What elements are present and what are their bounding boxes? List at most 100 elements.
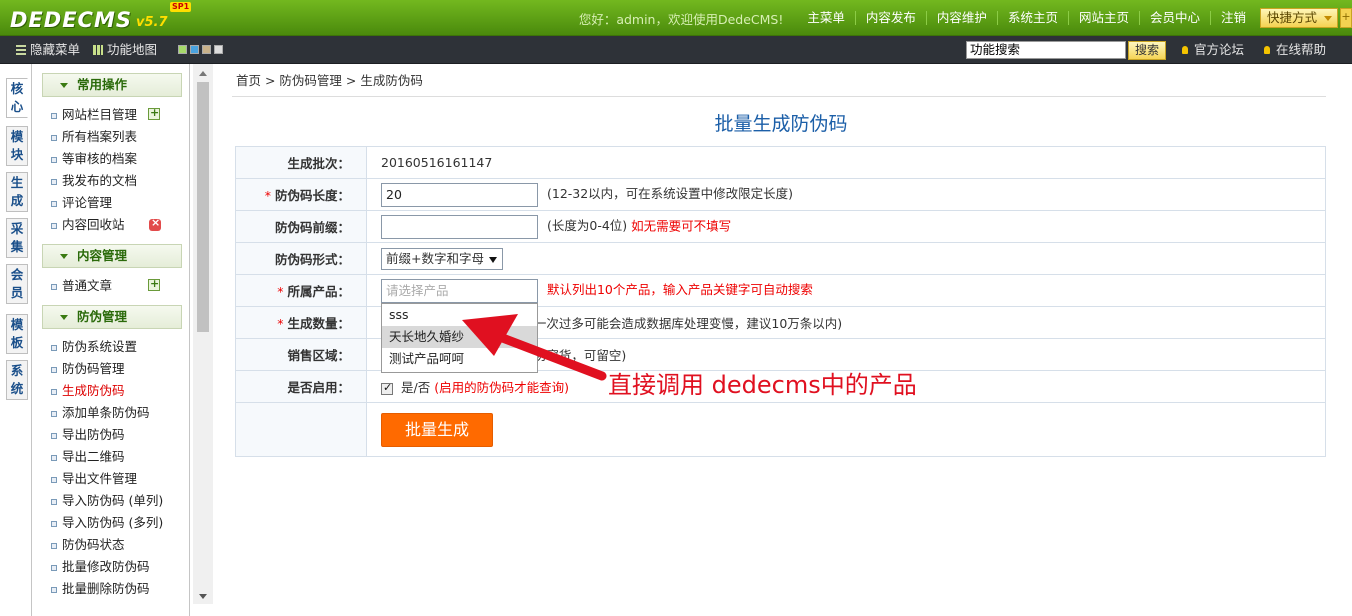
- nav-main-menu[interactable]: 主菜单: [797, 11, 855, 25]
- quick-menu-button[interactable]: 快捷方式: [1260, 8, 1338, 28]
- sidebar-item-qr-export[interactable]: 导出二维码: [50, 446, 186, 468]
- nav-member-center[interactable]: 会员中心: [1138, 11, 1210, 25]
- product-input[interactable]: 请选择产品: [381, 278, 538, 303]
- bulb-icon: [1182, 46, 1188, 54]
- sidebar-item-all-archives[interactable]: 所有档案列表: [50, 126, 186, 148]
- tab-core[interactable]: 核心: [6, 78, 28, 118]
- scroll-up-icon[interactable]: [199, 71, 207, 76]
- format-label: 防伪码形式：: [235, 242, 367, 275]
- breadcrumb-divider: [232, 96, 1326, 97]
- sidebar: 常用操作 网站栏目管理 所有档案列表 等审核的档案 我发布的文档 评论管理 内容…: [32, 64, 190, 616]
- grid-icon: [93, 45, 103, 55]
- sidebar-item-comments[interactable]: 评论管理: [50, 192, 186, 214]
- form-row-submit: 批量生成: [235, 402, 1326, 457]
- product-label: * 所属产品：: [235, 274, 367, 307]
- sidebar-item-ac-settings[interactable]: 防伪系统设置: [50, 336, 186, 358]
- tab-template[interactable]: 模板: [6, 314, 28, 354]
- sidebar-item-recycle-bin[interactable]: 内容回收站: [50, 214, 186, 236]
- sidebar-item-article[interactable]: 普通文章: [50, 275, 186, 297]
- sidebar-item-ac-status[interactable]: 防伪码状态: [50, 534, 186, 556]
- sidebar-item-batch-delete[interactable]: 批量删除防伪码: [50, 578, 186, 600]
- submit-label-cell: [235, 402, 367, 457]
- hide-menu-button[interactable]: 隐藏菜单: [16, 36, 80, 64]
- sidebar-item-ac-manage[interactable]: 防伪码管理: [50, 358, 186, 380]
- tab-system[interactable]: 系统: [6, 360, 28, 400]
- trash-icon[interactable]: [149, 216, 161, 231]
- forum-link-label: 官方论坛: [1194, 42, 1245, 57]
- form-row-batch: 生成批次： 20160516161147: [235, 146, 1326, 179]
- prefix-hint-red: 如无需要可不填写: [631, 218, 732, 233]
- tab-module[interactable]: 模块: [6, 126, 28, 166]
- module-tabs: 核心 模块 生成 采集 会员 模板 系统: [0, 64, 32, 616]
- batch-value: 20160516161147: [381, 155, 493, 170]
- form-row-product: * 所属产品： 请选择产品 默认列出10个产品，输入产品关键字可自动搜索: [235, 274, 1326, 307]
- suggestion-item[interactable]: 天长地久婚纱: [382, 326, 537, 348]
- sidebar-section-anticounterfeit[interactable]: 防伪管理: [42, 305, 182, 329]
- skin-swatch-brown[interactable]: [202, 45, 211, 54]
- help-link-label: 在线帮助: [1276, 42, 1327, 57]
- tab-member[interactable]: 会员: [6, 264, 28, 304]
- chevron-down-icon: [1324, 16, 1332, 21]
- quantity-hint: (一次过多可能会造成数据库处理变慢，建议10万条以内): [529, 316, 843, 331]
- sidebar-item-pending-archives[interactable]: 等审核的档案: [50, 148, 186, 170]
- sidebar-item-batch-edit[interactable]: 批量修改防伪码: [50, 556, 186, 578]
- product-hint: 默认列出10个产品，输入产品关键字可自动搜索: [546, 282, 813, 297]
- sidebar-item-ac-add-single[interactable]: 添加单条防伪码: [50, 402, 186, 424]
- sidebar-item-export-files[interactable]: 导出文件管理: [50, 468, 186, 490]
- batch-label: 生成批次：: [235, 146, 367, 179]
- sidebar-section-common[interactable]: 常用操作: [42, 73, 182, 97]
- skin-swatch-green[interactable]: [178, 45, 187, 54]
- function-search-input[interactable]: 功能搜索: [966, 41, 1126, 59]
- scrollbar-thumb[interactable]: [197, 82, 209, 332]
- hide-menu-label: 隐藏菜单: [30, 42, 81, 57]
- sidebar-section-content[interactable]: 内容管理: [42, 244, 182, 268]
- sidebar-item-ac-export[interactable]: 导出防伪码: [50, 424, 186, 446]
- enabled-checkbox[interactable]: [381, 381, 393, 395]
- suggestion-item[interactable]: sss: [382, 304, 537, 326]
- prefix-label: 防伪码前缀：: [235, 210, 367, 243]
- required-mark: *: [277, 284, 284, 299]
- search-button[interactable]: 搜索: [1128, 41, 1166, 60]
- skin-swatch-gray[interactable]: [214, 45, 223, 54]
- nav-content-maintain[interactable]: 内容维护: [925, 11, 997, 25]
- format-select[interactable]: 前缀+数字和字母: [381, 247, 503, 270]
- add-icon[interactable]: [148, 277, 160, 291]
- required-mark: *: [264, 188, 271, 203]
- quick-menu-label: 快捷方式: [1267, 10, 1318, 25]
- logo[interactable]: DEDECMS v5.7 SP1: [10, 2, 192, 32]
- nav-content-publish[interactable]: 内容发布: [854, 11, 926, 25]
- enabled-text: 是/否: [400, 380, 431, 395]
- forum-link[interactable]: 官方论坛: [1182, 36, 1244, 64]
- form-row-length: * 防伪码长度： 20 (12-32以内，可在系统设置中修改限定长度): [235, 178, 1326, 211]
- enabled-hint: (启用的防伪码才能查询): [434, 380, 569, 395]
- batch-generate-button[interactable]: 批量生成: [381, 412, 493, 447]
- bulb-icon: [1264, 46, 1270, 54]
- prefix-input[interactable]: [381, 214, 538, 239]
- region-hint: (防窜货，可留空): [529, 348, 627, 363]
- sidebar-item-import-single[interactable]: 导入防伪码 (单列): [50, 490, 186, 512]
- add-icon[interactable]: [148, 106, 160, 120]
- sidebar-item-ac-generate[interactable]: 生成防伪码: [50, 380, 186, 402]
- required-mark: *: [277, 316, 284, 331]
- site-map-label: 功能地图: [107, 42, 158, 57]
- skin-swatches: [178, 45, 223, 54]
- sidebar-item-my-documents[interactable]: 我发布的文档: [50, 170, 186, 192]
- quantity-label: * 生成数量：: [235, 306, 367, 339]
- menu-icon: [16, 45, 26, 55]
- region-label: 销售区域：: [235, 338, 367, 371]
- help-link[interactable]: 在线帮助: [1264, 36, 1326, 64]
- nav-system-home[interactable]: 系统主页: [996, 11, 1068, 25]
- skin-swatch-blue[interactable]: [190, 45, 199, 54]
- length-input[interactable]: 20: [381, 182, 538, 207]
- sidebar-item-column-manage[interactable]: 网站栏目管理: [50, 104, 186, 126]
- nav-site-home[interactable]: 网站主页: [1067, 11, 1139, 25]
- tab-collect[interactable]: 采集: [6, 218, 28, 258]
- site-map-button[interactable]: 功能地图: [93, 36, 157, 64]
- scroll-down-icon[interactable]: [199, 594, 207, 599]
- suggestion-item[interactable]: 测试产品呵呵: [382, 348, 537, 370]
- sidebar-item-import-multi[interactable]: 导入防伪码 (多列): [50, 512, 186, 534]
- tab-generate[interactable]: 生成: [6, 172, 28, 212]
- sidebar-scrollbar[interactable]: [193, 64, 213, 604]
- nav-logout[interactable]: 注销: [1209, 11, 1256, 25]
- quick-add-button[interactable]: +: [1340, 8, 1352, 28]
